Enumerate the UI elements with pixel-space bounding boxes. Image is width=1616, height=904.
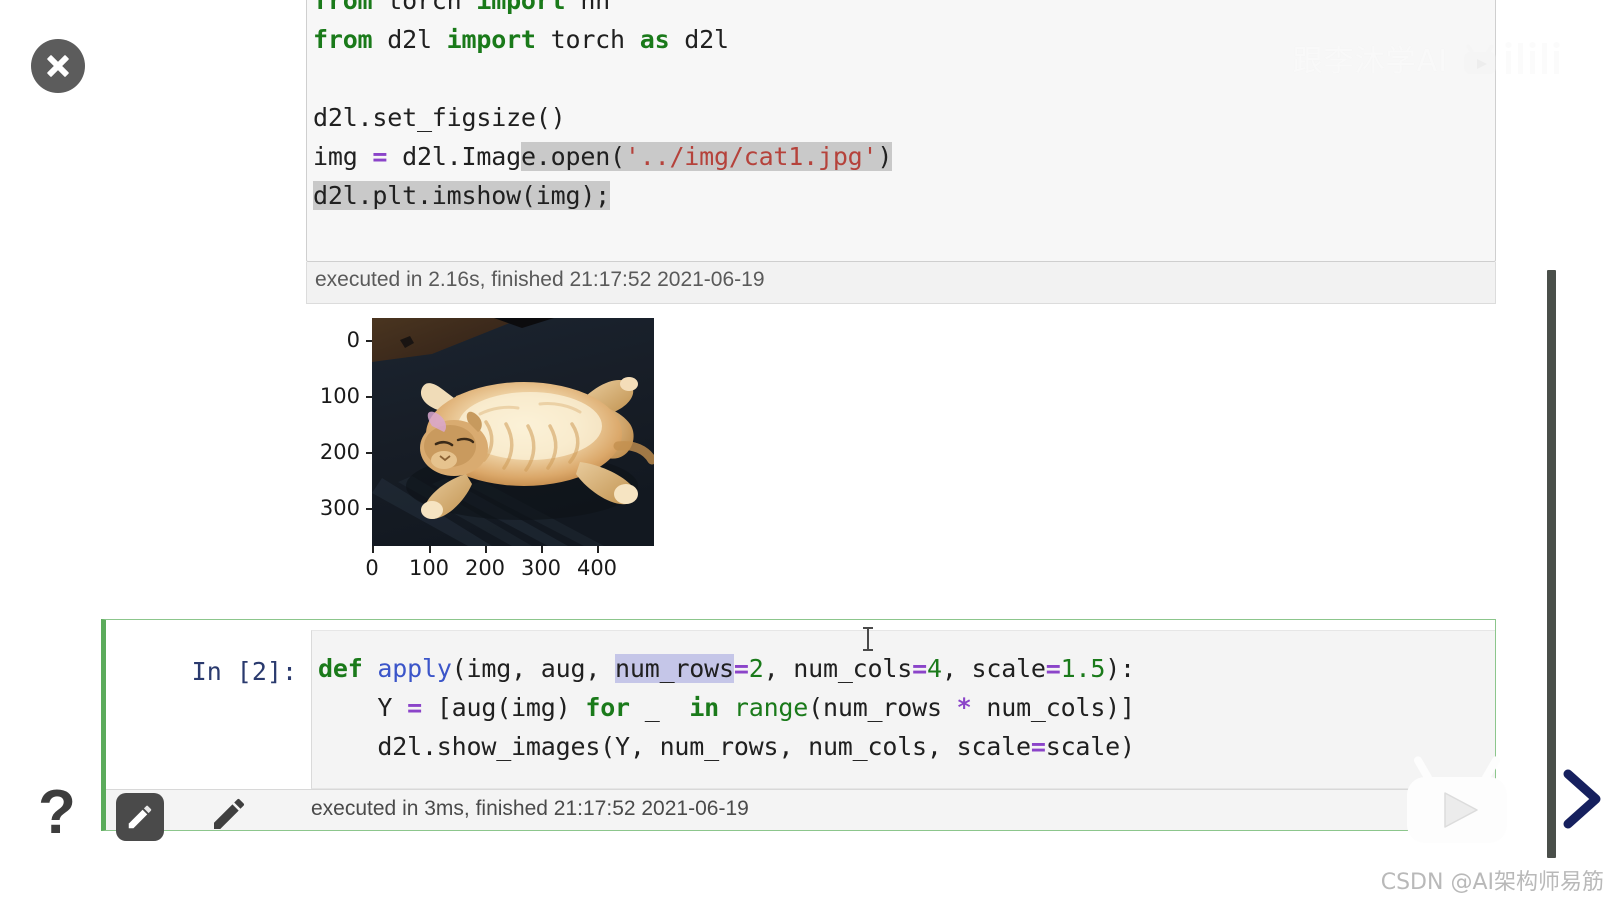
code-line-show-images: d2l.show_images(Y, num_rows, num_cols, s… bbox=[318, 732, 1135, 761]
keyword-import: import bbox=[446, 25, 536, 54]
x-tick-label-100: 100 bbox=[408, 556, 450, 580]
keyword-as: as bbox=[639, 25, 670, 54]
y-tick-label-200: 200 bbox=[319, 440, 360, 464]
help-question-icon[interactable]: ? bbox=[38, 782, 76, 844]
var-Y: Y bbox=[318, 693, 408, 722]
pencil-icon bbox=[128, 805, 152, 829]
jupyter-notebook-area: from torch import nn from d2l import tor… bbox=[0, 0, 1616, 904]
notebook-cell-2-selected[interactable]: In [2]: def apply(img, aug, num_rows=2, … bbox=[101, 619, 1496, 831]
alias-d2l: d2l bbox=[669, 25, 729, 54]
x-tick-mark-100 bbox=[429, 546, 431, 553]
param-num-cols: , num_cols bbox=[763, 654, 913, 683]
cell-1-exec-status: executed in 2.16s, finished 21:17:52 202… bbox=[306, 262, 1496, 304]
x-tick-label-200: 200 bbox=[464, 556, 506, 580]
x-tick-label-0: 0 bbox=[365, 556, 379, 580]
code-line-img-open: img = d2l.Image.open('../img/cat1.jpg') bbox=[313, 142, 892, 171]
keyword-for: for bbox=[585, 693, 630, 722]
imshow-axes bbox=[372, 318, 654, 546]
loop-var-underscore: _ bbox=[629, 693, 690, 722]
default-value-1point5: 1.5 bbox=[1060, 654, 1106, 683]
y-tick-label-300: 300 bbox=[319, 496, 360, 520]
keyword-import: import bbox=[476, 0, 566, 15]
code-line-def-apply: def apply(img, aug, num_rows=2, num_cols… bbox=[318, 654, 1135, 683]
param-scale: , scale bbox=[941, 654, 1046, 683]
show-images-call-tail: scale) bbox=[1045, 732, 1135, 761]
cat-photo-render bbox=[372, 318, 654, 546]
operator-equals-3: = bbox=[1045, 654, 1061, 683]
text-cursor-ibeam bbox=[862, 626, 874, 652]
def-tail: ): bbox=[1105, 654, 1135, 683]
y-tick-label-100: 100 bbox=[319, 384, 360, 408]
cell-2-code: def apply(img, aug, num_rows=2, num_cols… bbox=[318, 649, 1489, 766]
builtin-range: range bbox=[733, 693, 809, 722]
cell-2-code-editor[interactable]: def apply(img, aug, num_rows=2, num_cols… bbox=[311, 630, 1495, 789]
string-path: '../img/cat1.jpg' bbox=[624, 142, 878, 171]
matplotlib-figure: 0 100 200 300 0 100 200 300 400 bbox=[306, 318, 666, 590]
y-tick-label-0: 0 bbox=[346, 328, 360, 352]
cell-2-input-prompt: In [2]: bbox=[191, 657, 297, 686]
import-target-torch: torch bbox=[535, 25, 640, 54]
code-line-2: from d2l import torch as d2l bbox=[313, 25, 729, 54]
range-arg-head: (num_rows bbox=[808, 693, 957, 722]
cell-2-row: In [2]: def apply(img, aug, num_rows=2, … bbox=[106, 630, 1495, 789]
screen-root: from torch import nn from d2l import tor… bbox=[0, 0, 1616, 904]
keyword-from: from bbox=[313, 25, 373, 54]
cell-1-code: from torch import nn from d2l import tor… bbox=[313, 0, 1489, 215]
operator-equals-1: = bbox=[733, 654, 749, 683]
next-slide-arrow-button[interactable] bbox=[1560, 768, 1606, 830]
selected-text-open: e.open( bbox=[520, 142, 625, 171]
call-image-open-head: d2l.Imag bbox=[387, 142, 521, 171]
operator-equals: = bbox=[372, 142, 388, 171]
close-button[interactable] bbox=[31, 39, 85, 93]
operator-equals-5: = bbox=[1030, 732, 1046, 761]
x-tick-mark-400 bbox=[597, 546, 599, 553]
cell-2-exec-status: executed in 3ms, finished 21:17:52 2021-… bbox=[106, 789, 1495, 830]
x-tick-label-400: 400 bbox=[576, 556, 618, 580]
show-images-call-head: d2l.show_images(Y, num_rows, num_cols, s… bbox=[318, 732, 1031, 761]
play-tv-icon bbox=[1407, 756, 1507, 843]
bilibili-watermark: 跟李沐学AI bbox=[1293, 36, 1580, 80]
module-torch: torch bbox=[372, 0, 477, 15]
params-head: (img, aug, bbox=[451, 654, 616, 683]
operator-equals-4: = bbox=[407, 693, 422, 722]
chevron-right-icon bbox=[1563, 769, 1601, 829]
watermark-channel-name: 跟李沐学AI bbox=[1292, 44, 1448, 79]
bilibili-logo-icon bbox=[1464, 42, 1560, 74]
operator-equals-2: = bbox=[912, 654, 927, 683]
default-value-2: 2 bbox=[748, 654, 764, 683]
highlighted-token-num-rows: num_rows bbox=[615, 654, 734, 683]
keyword-def: def bbox=[318, 654, 363, 683]
x-tick-mark-200 bbox=[485, 546, 487, 553]
code-line-set-figsize: d2l.set_figsize() bbox=[313, 103, 566, 132]
function-name-apply: apply bbox=[362, 654, 452, 683]
pencil-icon bbox=[214, 798, 245, 829]
close-icon bbox=[47, 55, 69, 77]
x-tick-mark-300 bbox=[541, 546, 543, 553]
x-tick-label-300: 300 bbox=[520, 556, 562, 580]
csdn-watermark: CSDN @AI架构师易筋 bbox=[1380, 870, 1604, 895]
code-line-imshow: d2l.plt.imshow(img); bbox=[313, 181, 611, 210]
range-arg-tail: num_cols)] bbox=[971, 693, 1135, 722]
keyword-in: in bbox=[689, 693, 720, 722]
vertical-scrollbar[interactable] bbox=[1547, 270, 1556, 858]
import-target-nn: nn bbox=[565, 0, 611, 15]
code-line-1: from torch import nn bbox=[313, 0, 610, 15]
module-d2l: d2l bbox=[372, 25, 447, 54]
listcomp-head: [aug(img) bbox=[421, 693, 586, 722]
x-tick-mark-0 bbox=[372, 546, 374, 553]
cell-1-output-figure: 0 100 200 300 0 100 200 300 400 bbox=[306, 318, 666, 590]
default-value-4: 4 bbox=[926, 654, 942, 683]
var-img: img bbox=[313, 142, 373, 171]
edit-pencil-button[interactable] bbox=[116, 793, 164, 841]
annotate-pencil-icon-button[interactable] bbox=[205, 790, 253, 838]
keyword-from: from bbox=[313, 0, 373, 15]
code-line-list-comp: Y = [aug(img) for _ in range(num_rows * … bbox=[318, 693, 1135, 722]
operator-multiply: * bbox=[956, 693, 972, 722]
paren-close: ) bbox=[877, 142, 893, 171]
bilibili-play-overlay[interactable] bbox=[1399, 753, 1515, 845]
